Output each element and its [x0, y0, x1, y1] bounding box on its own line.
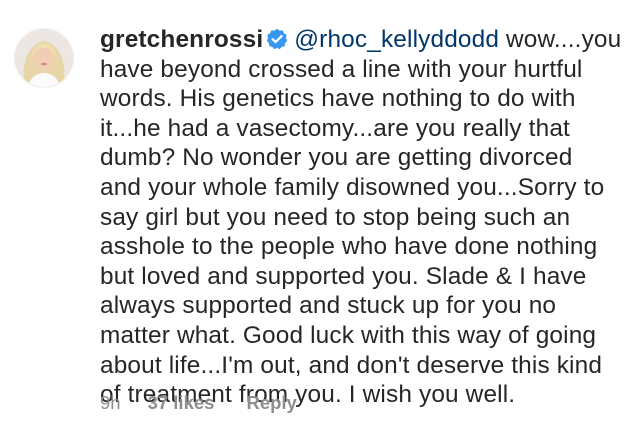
- username-link[interactable]: gretchenrossi: [100, 26, 263, 53]
- comment-line: matter what. Good luck with this way of …: [100, 321, 597, 349]
- comment-line: always supported and stuck up for you no: [100, 292, 557, 320]
- comment-line: but loved and supported you. Slade & I h…: [100, 262, 587, 290]
- mention-link[interactable]: @rhoc_kellyddodd: [294, 26, 499, 53]
- comment-line-first: gretchenrossi @rhoc_kellyddodd wow....you: [100, 25, 622, 55]
- verified-badge-icon: [266, 28, 288, 50]
- comment-line: and your whole family disowned you...Sor…: [100, 173, 605, 201]
- comment-meta: 9h 37 likes Reply: [100, 392, 297, 414]
- comment-text: gretchenrossi @rhoc_kellyddodd wow....you…: [100, 25, 622, 410]
- comment: gretchenrossi @rhoc_kellyddodd wow....you…: [0, 0, 629, 427]
- comment-body: gretchenrossi @rhoc_kellyddodd wow....you…: [100, 25, 622, 410]
- avatar-image: [15, 29, 73, 87]
- comment-line: asshole to the people who have done noth…: [100, 233, 598, 261]
- comment-line: about life...I'm out, and don't deserve …: [100, 351, 603, 379]
- comment-line: have beyond crossed a line with your hur…: [100, 55, 583, 83]
- comment-line: dumb? No wonder you are getting divorced: [100, 144, 573, 172]
- comment-line: say girl but you need to stop being such…: [100, 203, 571, 231]
- comment-line: words. His genetics have nothing to do w…: [100, 85, 576, 113]
- likes-count-link[interactable]: 37 likes: [148, 392, 215, 414]
- reply-button[interactable]: Reply: [246, 392, 296, 414]
- comment-line: it...he had a vasectomy...are you really…: [100, 114, 570, 142]
- avatar[interactable]: [15, 29, 73, 87]
- comment-timestamp: 9h: [100, 392, 121, 413]
- comment-text-first: wow....you: [499, 26, 622, 53]
